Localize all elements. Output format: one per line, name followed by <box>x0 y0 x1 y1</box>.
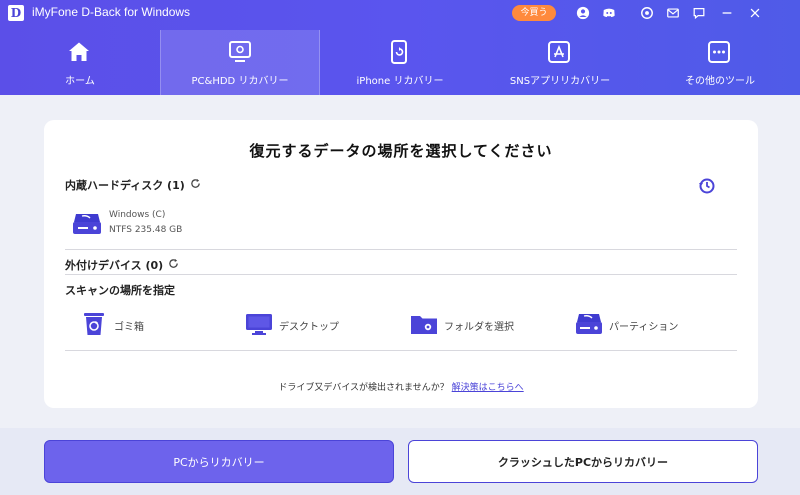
recover-crashed-pc-button[interactable]: クラッシュしたPCからリカバリー <box>408 440 758 483</box>
drive-name: Windows (C) <box>109 210 166 220</box>
scan-item-label: フォルダを選択 <box>444 322 514 333</box>
tab-label: PC&HDD リカバリー <box>191 76 289 87</box>
scan-partition[interactable]: パーティション <box>575 312 725 338</box>
folder-icon <box>410 312 438 336</box>
tab-other-tools[interactable]: その他のツール <box>640 30 800 95</box>
scan-item-label: パーティション <box>609 322 679 333</box>
tab-home[interactable]: ホーム <box>0 30 160 95</box>
page-title: 復元するデータの場所を選択してください <box>249 142 553 160</box>
refresh-icon[interactable] <box>190 178 201 192</box>
tab-label: その他のツール <box>685 76 755 87</box>
drive-item-windows-c[interactable]: Windows (C) NTFS 235.48 GB <box>72 208 252 240</box>
external-device-label: 外付けデバイス (0) <box>65 259 164 272</box>
more-tools-icon <box>704 38 734 66</box>
external-device-section: 外付けデバイス (0) <box>65 257 179 273</box>
not-detected-help: ドライブ又デバイスが検出されませんか？ 解決策はこちらへ <box>44 380 758 393</box>
app-header: D iMyFone D-Back for Windows 今買う ホーム PC&… <box>0 0 800 95</box>
minimize-icon[interactable] <box>718 4 736 22</box>
tab-pc-hdd-recovery[interactable]: PC&HDD リカバリー <box>160 30 320 95</box>
scan-location-section: スキャンの場所を指定 <box>65 282 175 298</box>
mail-icon[interactable] <box>664 4 682 22</box>
history-icon[interactable] <box>698 177 716 195</box>
recycle-bin-icon <box>80 312 108 336</box>
drive-info: NTFS 235.48 GB <box>109 225 183 235</box>
chat-icon[interactable] <box>690 4 708 22</box>
internal-disk-section: 内蔵ハードディスク (1) <box>65 177 201 193</box>
scan-location-label: スキャンの場所を指定 <box>65 284 175 297</box>
user-icon[interactable] <box>574 4 592 22</box>
pc-recovery-icon <box>225 38 255 66</box>
tab-sns-app-recovery[interactable]: SNSアプリリカバリー <box>480 30 640 95</box>
partition-icon <box>575 312 603 336</box>
app-logo: D <box>8 5 24 21</box>
refresh-icon[interactable] <box>168 258 179 272</box>
tab-label: iPhone リカバリー <box>356 76 444 87</box>
solution-link[interactable]: 解決策はこちらへ <box>452 383 524 393</box>
divider <box>65 274 737 275</box>
help-text: ドライブ又デバイスが検出されませんか？ <box>278 383 449 393</box>
main-nav: ホーム PC&HDD リカバリー iPhone リカバリー SNSアプリリカバリ… <box>0 30 800 95</box>
app-store-icon <box>544 38 574 66</box>
scan-item-label: デスクトップ <box>279 322 339 333</box>
discord-icon[interactable] <box>600 4 618 22</box>
location-card: 復元するデータの場所を選択してください 内蔵ハードディスク (1) Window… <box>44 120 758 408</box>
scan-select-folder[interactable]: フォルダを選択 <box>410 312 560 338</box>
tab-label: ホーム <box>65 76 95 87</box>
desktop-icon <box>245 312 273 336</box>
tab-label: SNSアプリリカバリー <box>509 76 611 87</box>
internal-disk-label: 内蔵ハードディスク (1) <box>65 179 185 192</box>
scan-item-label: ゴミ箱 <box>114 322 144 333</box>
window-title: iMyFone D-Back for Windows <box>32 5 191 19</box>
buy-button[interactable]: 今買う <box>512 5 556 21</box>
close-icon[interactable] <box>746 4 764 22</box>
action-bar: PCからリカバリー クラッシュしたPCからリカバリー <box>0 428 800 495</box>
divider <box>65 249 737 250</box>
title-bar: D iMyFone D-Back for Windows 今買う <box>0 0 800 26</box>
settings-icon[interactable] <box>638 4 656 22</box>
iphone-recovery-icon <box>384 38 414 66</box>
hard-drive-icon <box>72 212 102 236</box>
scan-desktop[interactable]: デスクトップ <box>245 312 395 338</box>
recover-from-pc-button[interactable]: PCからリカバリー <box>44 440 394 483</box>
divider <box>65 350 737 351</box>
tab-iphone-recovery[interactable]: iPhone リカバリー <box>320 30 480 95</box>
scan-recycle-bin[interactable]: ゴミ箱 <box>80 312 200 338</box>
home-icon <box>64 38 94 66</box>
